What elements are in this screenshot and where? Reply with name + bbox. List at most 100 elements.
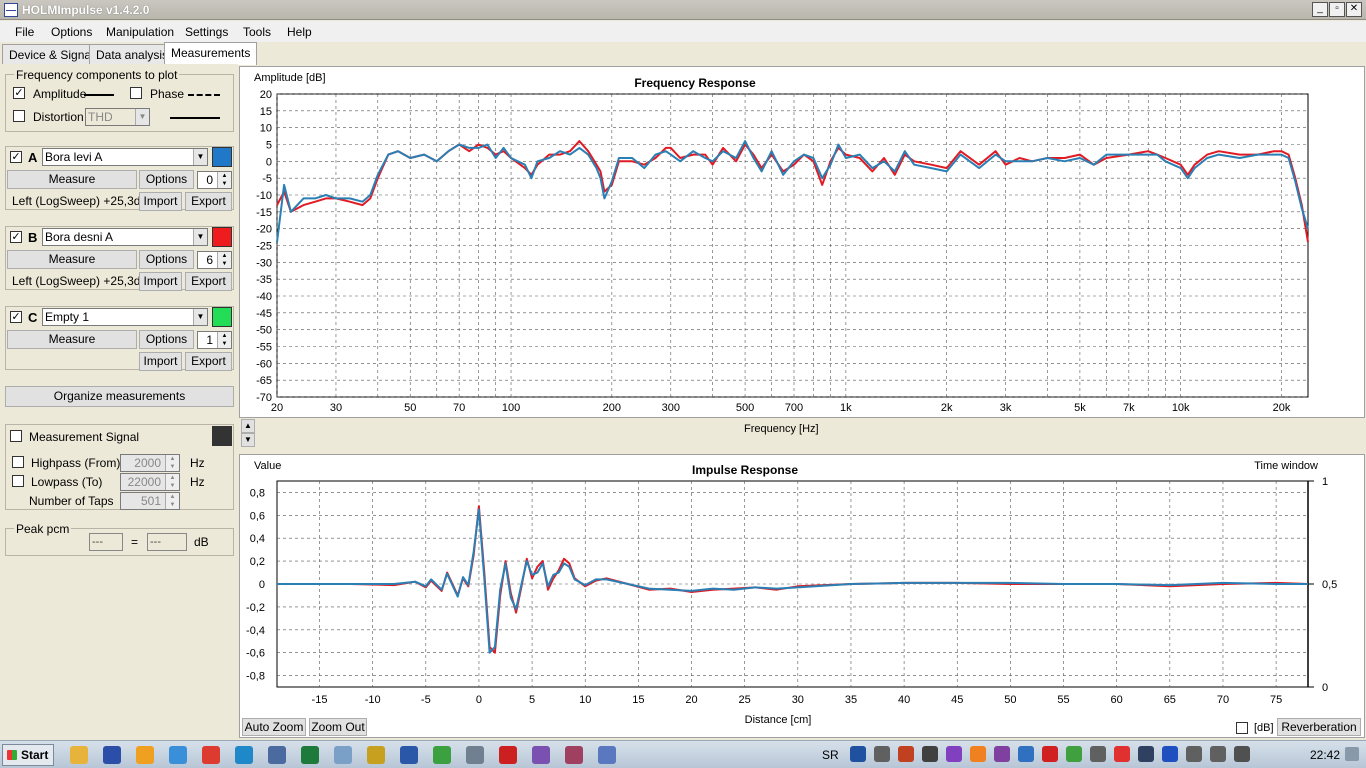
- distortion-checkbox[interactable]: [13, 110, 25, 122]
- chrome-icon[interactable]: [202, 746, 220, 764]
- monitor-icon[interactable]: [1138, 746, 1154, 762]
- slot-a-spin[interactable]: 0 ▲ ▼: [197, 171, 232, 189]
- spin-arrows-icon[interactable]: ▲ ▼: [165, 474, 179, 490]
- notepad-icon[interactable]: [334, 746, 352, 764]
- bluetooth-icon[interactable]: [1162, 746, 1178, 762]
- chat-icon[interactable]: [994, 746, 1010, 762]
- cpu-icon[interactable]: [898, 746, 914, 762]
- tab-device-signal[interactable]: Device & Signal: [2, 44, 101, 64]
- usb-icon[interactable]: [1090, 746, 1106, 762]
- frequency-response-chart[interactable]: 20151050-5-10-15-20-25-30-35-40-45-50-55…: [240, 67, 1364, 417]
- slot-b-select[interactable]: Bora desni A ▼: [42, 228, 208, 246]
- db-checkbox[interactable]: [1236, 722, 1248, 734]
- tool-icon[interactable]: [367, 746, 385, 764]
- menu-tools[interactable]: Tools: [243, 25, 271, 39]
- flag-tray-icon[interactable]: [1186, 746, 1202, 762]
- tab-measurements[interactable]: Measurements: [164, 42, 258, 65]
- slot-c-export-button[interactable]: Export: [185, 352, 232, 371]
- menu-file[interactable]: File: [15, 25, 34, 39]
- slot-a-export-button[interactable]: Export: [185, 192, 232, 211]
- lowpass-checkbox[interactable]: [12, 475, 24, 487]
- ie-icon[interactable]: [169, 746, 187, 764]
- acrobat-icon[interactable]: [499, 746, 517, 764]
- holm-icon[interactable]: [598, 746, 616, 764]
- slot-b-measure-button[interactable]: Measure: [7, 250, 137, 269]
- alien-icon[interactable]: [466, 746, 484, 764]
- network-icon[interactable]: [874, 746, 890, 762]
- slot-b-spin[interactable]: 6 ▲ ▼: [197, 251, 232, 269]
- slot-c-checkbox[interactable]: ✓: [10, 311, 22, 323]
- amplitude-checkbox[interactable]: ✓: [13, 87, 25, 99]
- help-icon[interactable]: [850, 746, 866, 762]
- word-icon[interactable]: [400, 746, 418, 764]
- media-icon[interactable]: [136, 746, 154, 764]
- slot-a-measure-button[interactable]: Measure: [7, 170, 137, 189]
- slot-b-export-button[interactable]: Export: [185, 272, 232, 291]
- download-icon[interactable]: [433, 746, 451, 764]
- spin-arrows-icon[interactable]: ▲ ▼: [165, 493, 179, 509]
- m-icon[interactable]: [268, 746, 286, 764]
- maximize-button[interactable]: ▫: [1329, 2, 1345, 17]
- menu-settings[interactable]: Settings: [185, 25, 228, 39]
- zoom-out-button[interactable]: Zoom Out: [309, 718, 367, 736]
- excel-icon[interactable]: [301, 746, 319, 764]
- slot-b-import-button[interactable]: Import: [139, 272, 182, 291]
- viber-icon[interactable]: [532, 746, 550, 764]
- slot-a-import-button[interactable]: Import: [139, 192, 182, 211]
- scroll-down-arrow[interactable]: ▼: [241, 433, 255, 447]
- spin-arrows-icon[interactable]: ▲ ▼: [217, 252, 231, 268]
- clock[interactable]: 22:42: [1310, 748, 1340, 762]
- volume-icon[interactable]: [1234, 746, 1250, 762]
- menu-manipulation[interactable]: Manipulation: [106, 25, 174, 39]
- slot-c-color-swatch[interactable]: [212, 307, 232, 327]
- slot-b-color-swatch[interactable]: [212, 227, 232, 247]
- gpu-icon[interactable]: [1066, 746, 1082, 762]
- taps-spin[interactable]: 501 ▲ ▼: [120, 492, 180, 510]
- signal-icon[interactable]: [1210, 746, 1226, 762]
- edge-icon[interactable]: [235, 746, 253, 764]
- minimize-button[interactable]: _: [1312, 2, 1328, 17]
- slot-a-select[interactable]: Bora levi A ▼: [42, 148, 208, 166]
- pen-icon[interactable]: [946, 746, 962, 762]
- avast-icon[interactable]: [970, 746, 986, 762]
- phase-checkbox[interactable]: [130, 87, 142, 99]
- slot-a-checkbox[interactable]: ✓: [10, 151, 22, 163]
- gear-icon[interactable]: [1018, 746, 1034, 762]
- menu-options[interactable]: Options: [51, 25, 92, 39]
- spin-arrows-icon[interactable]: ▲ ▼: [217, 172, 231, 188]
- slot-b-checkbox[interactable]: ✓: [10, 231, 22, 243]
- spin-arrows-icon[interactable]: ▲ ▼: [165, 455, 179, 471]
- start-button[interactable]: Start: [2, 744, 54, 766]
- distortion-select[interactable]: THD ▼: [85, 108, 150, 126]
- auto-zoom-button[interactable]: Auto Zoom: [242, 718, 306, 736]
- menu-help[interactable]: Help: [287, 25, 312, 39]
- measurement-signal-checkbox[interactable]: [10, 430, 22, 442]
- folder-icon[interactable]: [70, 746, 88, 764]
- anydesk-icon[interactable]: [1114, 746, 1130, 762]
- t-icon[interactable]: [1042, 746, 1058, 762]
- tab-data-analysis[interactable]: Data analysis: [89, 44, 176, 64]
- spin-arrows-icon[interactable]: ▲ ▼: [217, 332, 231, 348]
- slot-a-color-swatch[interactable]: [212, 147, 232, 167]
- slot-c-measure-button[interactable]: Measure: [7, 330, 137, 349]
- save-icon[interactable]: [103, 746, 121, 764]
- slot-c-options-button[interactable]: Options: [139, 330, 194, 349]
- measurement-signal-color-swatch[interactable]: [212, 426, 232, 446]
- slot-a-options-button[interactable]: Options: [139, 170, 194, 189]
- slot-c-import-button[interactable]: Import: [139, 352, 182, 371]
- close-button[interactable]: ✕: [1346, 2, 1362, 17]
- flag-icon[interactable]: [565, 746, 583, 764]
- slot-c-spin[interactable]: 1 ▲ ▼: [197, 331, 232, 349]
- jl-icon[interactable]: [922, 746, 938, 762]
- lowpass-spin[interactable]: 22000 ▲ ▼: [120, 473, 180, 491]
- reverberation-button[interactable]: Reverberation: [1277, 718, 1361, 736]
- notification-icon[interactable]: [1345, 747, 1359, 761]
- slot-b-options-button[interactable]: Options: [139, 250, 194, 269]
- scroll-up-arrow[interactable]: ▲: [241, 419, 255, 433]
- slot-c-select[interactable]: Empty 1 ▼: [42, 308, 208, 326]
- highpass-spin[interactable]: 2000 ▲ ▼: [120, 454, 180, 472]
- organize-measurements-button[interactable]: Organize measurements: [5, 386, 234, 407]
- app-icon[interactable]: [4, 3, 18, 17]
- highpass-checkbox[interactable]: [12, 456, 24, 468]
- impulse-response-chart[interactable]: 0,8 0,6 0,4 0,2 0 -0,2 -0,4 -0,6 -0,8 -15 -10 -5 0 5 1…: [240, 455, 1364, 737]
